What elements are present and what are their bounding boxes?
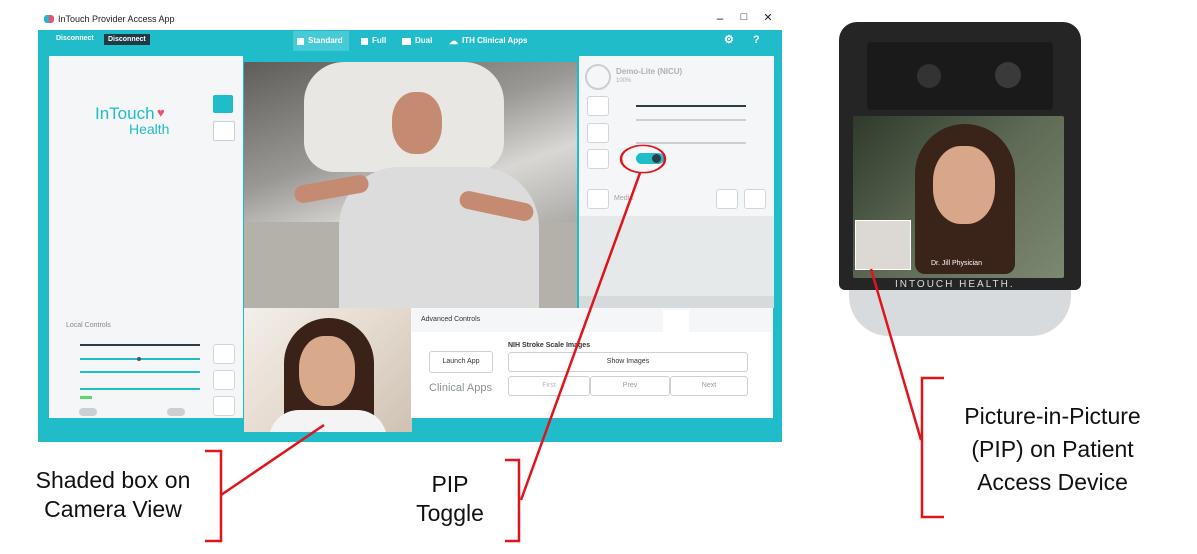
pip-toggle-callout-line: [519, 172, 642, 501]
annotation-shaded-box-line1: Shaded box on: [35, 467, 191, 493]
annotation-pip-device-line1: Picture-in-Picture: [964, 403, 1141, 429]
pip-device-callout-line: [869, 268, 923, 441]
annotation-pip-toggle-line1: PIP: [431, 471, 469, 497]
pip-toggle-callout-circle: [619, 144, 667, 174]
annotation-shaded-box: Shaded box on Camera View: [8, 466, 218, 524]
annotation-pip-device: Picture-in-Picture (PIP) on Patient Acce…: [935, 400, 1170, 499]
annotation-pip-toggle-line2: Toggle: [416, 500, 484, 526]
annotation-pip-device-line2: (PIP) on Patient: [971, 436, 1134, 462]
annotation-pip-device-line3: Access Device: [977, 469, 1128, 495]
shaded-box-callout-line: [220, 423, 325, 497]
annotation-shaded-box-line2: Camera View: [44, 496, 182, 522]
annotation-pip-toggle: PIP Toggle: [390, 470, 510, 528]
